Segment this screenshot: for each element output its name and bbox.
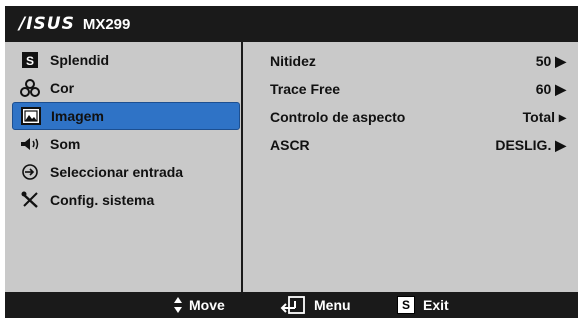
footer-bar: Move Menu S Exit xyxy=(5,292,578,318)
menu-item-seleccionar-entrada[interactable]: Seleccionar entrada xyxy=(12,159,238,185)
menu-footer-label: Menu xyxy=(314,297,351,313)
main-menu-panel: S Splendid Cor Imagem Som Seleccionar en… xyxy=(5,42,241,292)
menu-item-som[interactable]: Som xyxy=(12,131,238,157)
setting-value: Total ▸ xyxy=(522,109,566,125)
up-down-arrows-icon xyxy=(173,296,183,314)
setting-label: Nitidez xyxy=(270,53,316,69)
tools-icon xyxy=(18,190,42,210)
speaker-icon xyxy=(18,134,42,154)
menu-label: Splendid xyxy=(50,52,110,68)
menu-item-cor[interactable]: Cor xyxy=(12,75,238,101)
setting-row-ascr[interactable]: ASCR DESLIG. ▶ xyxy=(243,134,578,156)
setting-value: 50 ▶ xyxy=(535,53,566,69)
splendid-s-icon: S xyxy=(18,50,42,70)
move-hint: Move xyxy=(173,296,225,314)
s-key-icon: S xyxy=(397,296,415,314)
setting-value: DESLIG. ▶ xyxy=(495,137,566,153)
setting-label: ASCR xyxy=(270,137,310,153)
title-bar: /ISUS MX299 xyxy=(5,6,578,42)
menu-item-imagem[interactable]: Imagem xyxy=(12,102,240,130)
image-icon xyxy=(19,106,43,126)
menu-label: Cor xyxy=(50,80,75,96)
menu-hint[interactable]: Menu xyxy=(280,296,351,314)
menu-label: Seleccionar entrada xyxy=(50,164,184,180)
setting-label: Controlo de aspecto xyxy=(270,109,406,125)
setting-row-controlo-de-aspecto[interactable]: Controlo de aspecto Total ▸ xyxy=(243,106,578,128)
setting-row-trace-free[interactable]: Trace Free 60 ▶ xyxy=(243,78,578,100)
exit-hint[interactable]: S Exit xyxy=(397,296,449,314)
exit-label: Exit xyxy=(423,297,449,313)
menu-item-splendid[interactable]: S Splendid xyxy=(12,47,238,73)
enter-icon xyxy=(280,296,306,314)
move-label: Move xyxy=(189,297,225,313)
input-select-icon xyxy=(18,162,42,182)
menu-label: Config. sistema xyxy=(50,192,155,208)
setting-row-nitidez[interactable]: Nitidez 50 ▶ xyxy=(243,50,578,72)
settings-panel: Nitidez 50 ▶ Trace Free 60 ▶ Controlo de… xyxy=(243,42,578,292)
setting-value: 60 ▶ xyxy=(535,81,566,97)
menu-label: Imagem xyxy=(51,108,104,124)
asus-logo: /ISUS xyxy=(19,14,75,34)
menu-item-config-sistema[interactable]: Config. sistema xyxy=(12,187,238,213)
model-name: MX299 xyxy=(82,15,131,33)
menu-label: Som xyxy=(50,136,81,152)
svg-text:S: S xyxy=(26,54,34,68)
color-circles-icon xyxy=(18,78,42,98)
osd-window: /ISUS MX299 S Splendid Cor Imagem Som Se… xyxy=(5,6,578,318)
setting-label: Trace Free xyxy=(270,81,341,97)
